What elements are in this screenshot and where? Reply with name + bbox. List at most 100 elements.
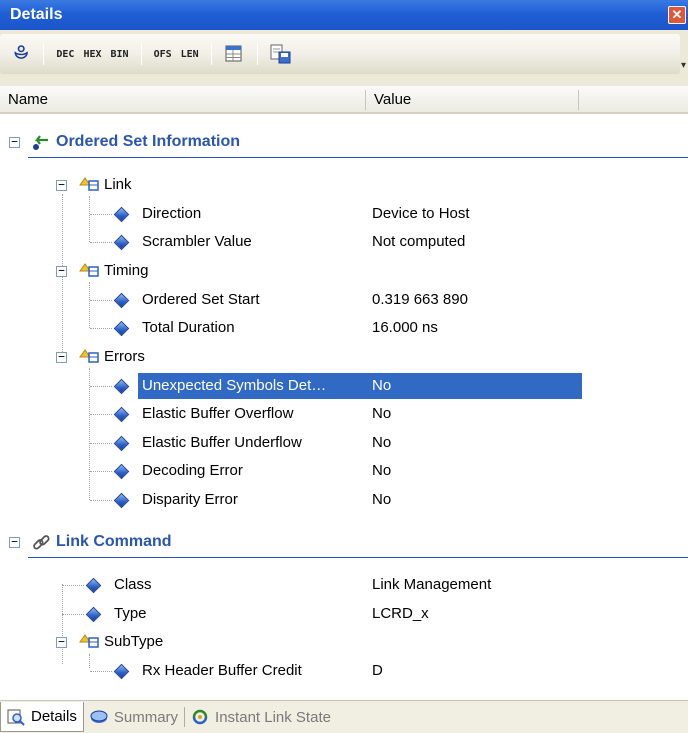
field-value: Link Management [372, 576, 492, 593]
tree-group-timing[interactable]: − Timing [0, 257, 688, 286]
tree-guide [90, 500, 112, 501]
field-name: Unexpected Symbols Det… [138, 373, 366, 399]
table-row[interactable]: Total Duration 16.000 ns [0, 314, 688, 343]
field-icon [85, 577, 102, 594]
toolbar-separator [140, 43, 142, 65]
folder-group-icon [79, 263, 99, 277]
toolbar-separator [210, 43, 212, 65]
ofs-button[interactable]: OFS [154, 49, 172, 60]
toolbar-separator [43, 43, 45, 65]
grid-table-icon[interactable] [224, 44, 244, 64]
field-name: Rx Header Buffer Credit [142, 662, 302, 679]
bottom-tab-bar: Details Summary Instant Link State [0, 700, 688, 733]
ordered-set-icon [33, 135, 48, 150]
dec-button[interactable]: DEC [56, 49, 74, 60]
tree-group-label: Errors [104, 348, 145, 365]
column-header-name[interactable]: Name [8, 91, 48, 108]
summary-disk-icon [90, 710, 108, 723]
field-value: Device to Host [372, 205, 470, 222]
field-value: LCRD_x [372, 605, 429, 622]
column-header-value[interactable]: Value [374, 91, 411, 108]
collapse-icon[interactable]: − [56, 636, 67, 648]
field-value: Not computed [372, 233, 466, 250]
table-row[interactable]: Direction Device to Host [0, 200, 688, 229]
field-name: Direction [142, 205, 202, 222]
len-button[interactable]: LEN [181, 49, 199, 60]
save-export-icon[interactable] [270, 44, 291, 64]
field-value: No [372, 462, 392, 479]
tree-group-label: Timing [104, 262, 149, 279]
field-value: 0.319 663 890 [372, 291, 468, 308]
section-title-link-command: Link Command [56, 533, 172, 550]
field-icon [113, 463, 130, 480]
toolbar-overflow-icon[interactable]: ▾ [681, 60, 686, 71]
field-icon [113, 234, 130, 251]
table-row[interactable]: Type LCRD_x [0, 600, 688, 629]
collapse-icon[interactable]: − [56, 179, 67, 191]
table-row[interactable]: Elastic Buffer Overflow No [0, 400, 688, 429]
bin-button[interactable]: BIN [111, 49, 129, 60]
field-value: 16.000 ns [372, 319, 438, 336]
tree-guide [90, 414, 112, 415]
field-name: Class [114, 576, 152, 593]
collapse-icon[interactable]: − [9, 536, 20, 548]
field-value: No [366, 373, 582, 399]
table-row[interactable]: Decoding Error No [0, 457, 688, 486]
tree-guide [62, 614, 84, 615]
collapse-icon[interactable]: − [56, 351, 67, 363]
field-name: Total Duration [142, 319, 235, 336]
hex-button[interactable]: HEX [83, 49, 101, 60]
field-icon [113, 206, 130, 223]
table-row[interactable]: Rx Header Buffer Credit D [0, 657, 688, 686]
tree-group-errors[interactable]: − Errors [0, 343, 688, 372]
tree-guide [90, 300, 112, 301]
folder-group-icon [79, 177, 99, 191]
field-icon [113, 406, 130, 423]
field-icon [85, 606, 102, 623]
toolbar: ⯕ DEC HEX BIN OFS LEN ▾ [0, 30, 688, 86]
table-row[interactable]: Disparity Error No [0, 486, 688, 515]
field-icon [113, 435, 130, 452]
tab-label: Instant Link State [215, 708, 331, 726]
expand-all-icon[interactable]: ⯕ [14, 42, 28, 66]
table-row[interactable]: Class Link Management [0, 571, 688, 600]
tab-label: Summary [113, 708, 179, 726]
tree-group-subtype[interactable]: − SubType [0, 628, 688, 657]
section-underline [28, 157, 688, 158]
tab-label: Details [31, 708, 77, 725]
tree-guide [90, 471, 112, 472]
details-magnifier-icon [7, 709, 25, 726]
tree-group-label: SubType [104, 633, 164, 650]
field-name: Disparity Error [142, 491, 238, 508]
section-header[interactable]: − Ordered Set Information [0, 128, 688, 157]
section-header[interactable]: − Link Command [0, 528, 688, 557]
close-icon[interactable]: ✕ [668, 6, 686, 24]
collapse-icon[interactable]: − [9, 136, 20, 148]
details-tree: − Ordered Set Information − Link Directi… [0, 114, 688, 682]
folder-group-icon [79, 634, 99, 648]
tree-group-link[interactable]: − Link [0, 171, 688, 200]
field-icon [113, 320, 130, 337]
field-icon [113, 292, 130, 309]
column-divider[interactable] [365, 90, 366, 110]
field-name: Scrambler Value [142, 233, 252, 250]
field-value: No [372, 491, 392, 508]
field-icon [113, 378, 130, 395]
panel-title: Details [10, 6, 63, 23]
tab-summary[interactable]: Summary [84, 702, 184, 732]
table-row-selected[interactable]: Unexpected Symbols Det… No [0, 372, 688, 401]
tree-guide [90, 328, 112, 329]
table-row[interactable]: Scrambler Value Not computed [0, 228, 688, 257]
tree-guide [90, 242, 112, 243]
tab-instant-link-state[interactable]: Instant Link State [185, 702, 337, 732]
tree-group-label: Link [104, 176, 132, 193]
collapse-icon[interactable]: − [56, 265, 67, 277]
field-value: No [372, 434, 392, 451]
column-divider[interactable] [578, 90, 579, 110]
chain-link-icon [33, 535, 50, 550]
table-row[interactable]: Elastic Buffer Underflow No [0, 429, 688, 458]
tree-guide [90, 671, 112, 672]
table-row[interactable]: Ordered Set Start 0.319 663 890 [0, 286, 688, 315]
tab-details[interactable]: Details [0, 702, 84, 732]
tree-guide [90, 214, 112, 215]
